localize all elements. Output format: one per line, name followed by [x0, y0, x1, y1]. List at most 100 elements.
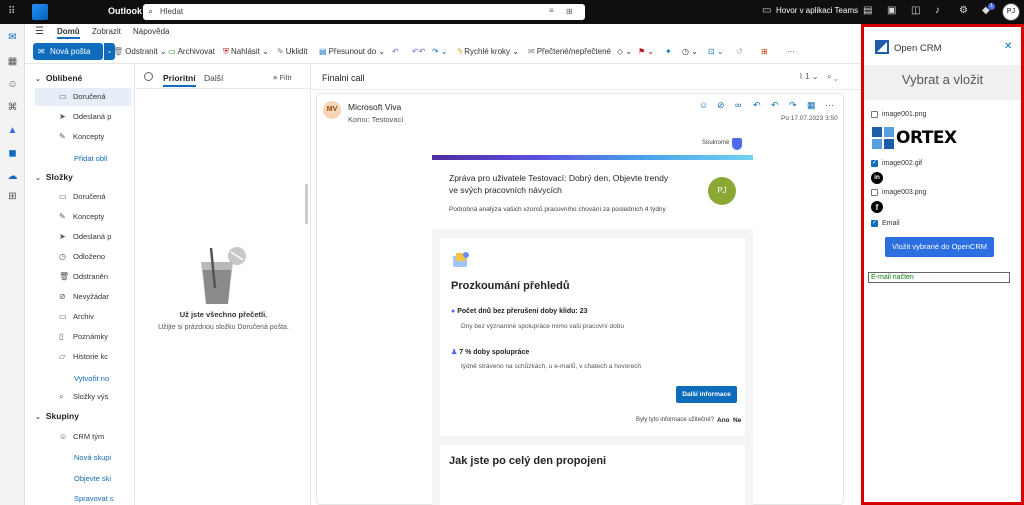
quick-steps-button[interactable]: ϟ Rychlé kroky ⌄: [458, 47, 519, 56]
archive-icon: ▭: [168, 47, 176, 56]
folder-archive[interactable]: ▭ Archiv: [35, 308, 131, 326]
more-options-icon[interactable]: ···: [787, 47, 795, 56]
crm-title: Open CRM: [894, 43, 942, 54]
share-icon[interactable]: ◫: [911, 5, 920, 16]
report-button[interactable]: ⛨ Nahlásit ⌄: [223, 47, 269, 57]
insert-to-crm-button[interactable]: Vložit vybrané do OpenCRM: [885, 237, 994, 257]
avatar[interactable]: PJ: [1002, 3, 1020, 21]
create-folder-link[interactable]: Vytvořit no: [74, 374, 109, 383]
search-options-icon[interactable]: ⊞: [566, 7, 573, 16]
tab-home[interactable]: Domů: [57, 27, 80, 39]
feedback-no-link[interactable]: Ne: [733, 417, 741, 424]
checkbox-image001[interactable]: [871, 111, 878, 118]
reply-all-button[interactable]: ↶↶: [412, 47, 425, 56]
reply-all-icon[interactable]: ↶: [771, 100, 779, 111]
delete-button[interactable]: 🗑 Odstranit ⌄: [113, 47, 167, 56]
folder-snoozed[interactable]: ◷ Odloženo: [35, 248, 131, 266]
crm-subtitle: Vybrat a vložit: [901, 72, 984, 87]
calendar-icon[interactable]: ▦: [6, 56, 19, 68]
favorite-inbox[interactable]: ▭ Doručená: [35, 88, 131, 106]
hamburger-icon[interactable]: ☰: [35, 26, 44, 37]
bell-icon[interactable]: ♪: [935, 5, 940, 16]
tab-view[interactable]: Zobrazit: [92, 27, 121, 36]
search-input[interactable]: Hledat: [160, 7, 183, 16]
attachment-icon[interactable]: ⌘: [6, 102, 19, 114]
inbox-icon: ▭: [59, 92, 67, 101]
attachment-indicator[interactable]: ⌇ 1 ⌄: [799, 72, 819, 81]
pencil-icon: ✎: [59, 132, 66, 141]
filter-button[interactable]: ≡ Filtr: [273, 73, 292, 82]
checkbox-email[interactable]: [871, 219, 878, 227]
forward-icon[interactable]: ↷: [789, 100, 797, 111]
more-apps-icon[interactable]: ⊞: [6, 191, 19, 203]
onedrive-app-icon[interactable]: ▲: [6, 125, 19, 137]
add-favorite-link[interactable]: Přidat oblí: [74, 154, 108, 163]
feedback-yes-link[interactable]: Ano: [717, 417, 730, 424]
pencil-icon: ✎: [59, 212, 66, 221]
group-crm-team[interactable]: ☺ CRM tým: [35, 428, 131, 446]
ortex-mark-icon: [872, 127, 894, 149]
search-filter-icon[interactable]: ≡: [549, 6, 554, 15]
new-group-link[interactable]: Nová skupi: [74, 453, 111, 462]
calendar-icon[interactable]: ▤: [863, 5, 872, 16]
people-icon[interactable]: ☺: [6, 79, 19, 91]
tab-other[interactable]: Další: [204, 73, 223, 83]
checkbox-image002[interactable]: [871, 159, 878, 167]
favorite-sent[interactable]: ➤ Odeslaná p: [35, 108, 131, 126]
folder-junk[interactable]: ⊘ Nevyžádar: [35, 288, 131, 306]
reply-icon[interactable]: ↶: [753, 100, 761, 111]
archive-button[interactable]: ▭ Archivovat: [168, 47, 215, 56]
favorite-drafts[interactable]: ✎ Koncepty: [35, 128, 131, 146]
office-icon[interactable]: ▣: [887, 5, 896, 16]
select-all-checkbox[interactable]: [144, 72, 153, 81]
folder-drafts[interactable]: ✎ Koncepty: [35, 208, 131, 226]
tab-help[interactable]: Nápověda: [133, 27, 169, 36]
app-launcher-icon[interactable]: ⠿: [8, 7, 18, 17]
new-mail-button[interactable]: ✉ Nová pošta: [33, 43, 103, 60]
rules-button[interactable]: ⊡ ⌄: [708, 47, 724, 56]
linkedin-icon: in: [871, 172, 883, 184]
checkbox-image003[interactable]: [871, 189, 878, 196]
more-icon[interactable]: ···: [825, 100, 834, 110]
folder-history[interactable]: ▱ Historie kc: [35, 348, 131, 366]
tab-focused[interactable]: Prioritní: [163, 73, 196, 87]
forward-button[interactable]: ↷ ⌄: [432, 47, 448, 56]
folder-sent[interactable]: ➤ Odeslaná p: [35, 228, 131, 246]
folder-notes[interactable]: ▯ Poznámky: [35, 328, 131, 346]
close-icon[interactable]: ✕: [1004, 41, 1012, 52]
list-scrollbar[interactable]: [305, 184, 308, 224]
discover-groups-link[interactable]: Objevte ski: [74, 474, 111, 483]
label-image001: image001.png: [882, 111, 927, 118]
gear-icon[interactable]: ⚙: [959, 5, 968, 16]
block-icon[interactable]: ⊘: [717, 100, 725, 111]
search-box[interactable]: ⌕ Hledat ≡ ⊞: [143, 4, 585, 20]
cloud-icon[interactable]: ☁: [6, 171, 19, 183]
link-icon[interactable]: ∞: [735, 100, 741, 110]
apps-icon[interactable]: ⊞: [761, 47, 768, 56]
flag-button[interactable]: ⚑ ⌄: [638, 47, 654, 56]
read-unread-button[interactable]: ✉ Přečtené/nepřečtené: [528, 47, 611, 56]
pin-icon[interactable]: ✦: [665, 47, 672, 56]
teams-call-button[interactable]: Hovor v aplikaci Teams: [776, 6, 858, 15]
folders-header[interactable]: ⌄ Složky: [35, 172, 73, 182]
mail-icon[interactable]: ✉: [6, 32, 19, 44]
manage-groups-link[interactable]: Spravovat s: [74, 494, 114, 503]
sender-name[interactable]: Microsoft Viva: [348, 102, 401, 112]
emoji-icon[interactable]: ☺: [699, 100, 708, 110]
folder-deleted[interactable]: 🗑 Odstraněn: [35, 268, 131, 286]
groups-header[interactable]: ⌄ Skupiny: [35, 411, 79, 421]
sweep-button[interactable]: ✎ Uklidit: [277, 47, 307, 56]
move-to-button[interactable]: ▤ Přesunout do ⌄: [319, 47, 385, 56]
reply-button[interactable]: ↶: [392, 47, 399, 56]
tag-button[interactable]: ◇ ⌄: [617, 47, 632, 56]
outlook-app-icon[interactable]: ◼: [6, 148, 19, 160]
search-folders[interactable]: ⌕ Složky výs: [35, 388, 131, 406]
empty-subtitle: Užijte si prázdnou složku Doručená pošta…: [158, 324, 289, 331]
grid-icon[interactable]: ▦: [807, 100, 816, 111]
favorites-header[interactable]: ⌄ Oblíbené: [35, 73, 82, 83]
undo-icon[interactable]: ↺: [736, 47, 743, 56]
folder-inbox[interactable]: ▭ Doručená: [35, 188, 131, 206]
snooze-button[interactable]: ◷ ⌄: [682, 47, 698, 56]
zoom-button[interactable]: ⌕ ⌄: [827, 72, 837, 82]
more-info-button[interactable]: Další informace: [676, 386, 737, 403]
